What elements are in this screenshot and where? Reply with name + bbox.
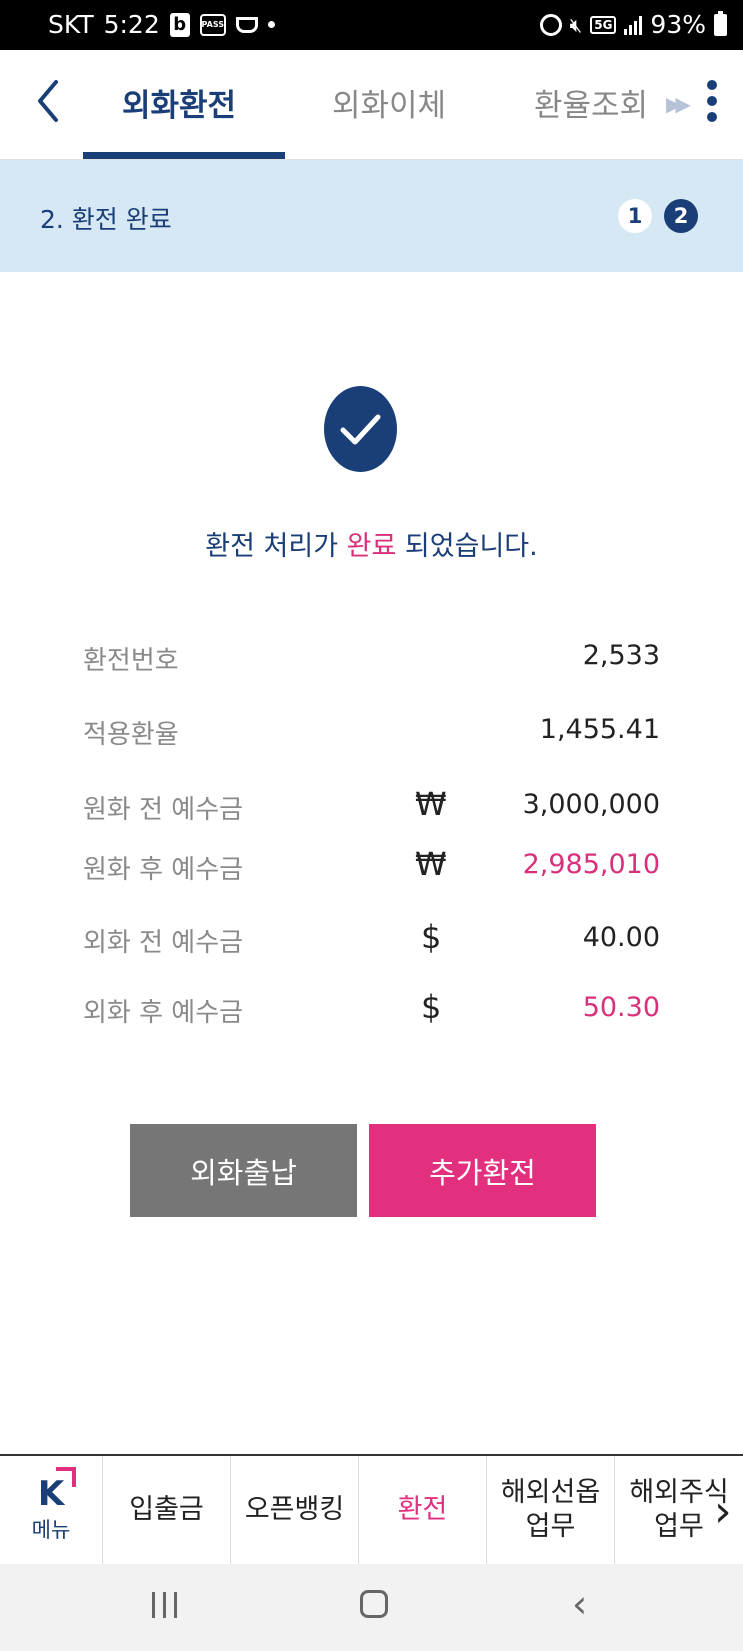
detail-value: 50.30 [582,992,660,1023]
recent-apps-button[interactable] [152,1592,177,1618]
cup-icon [235,16,258,33]
page: SKT 5:22 b PASS 🔇︎ 5G 93% 외화환전 외화이체 환율조회 [0,0,743,1651]
more-menu-icon[interactable] [707,80,719,130]
battery-percent: 93% [650,10,706,39]
carrier-label: SKT [48,10,94,39]
message-pre: 환전 처리가 [205,531,347,562]
detail-row-exchange-number: 환전번호 2,533 [83,640,660,680]
nav-item-open-banking[interactable]: 오픈뱅킹 [231,1456,359,1564]
band-app-icon: b [169,12,190,37]
detail-label: 외화 후 예수금 [83,998,244,1028]
dollar-sign-icon: $ [421,918,442,956]
pass-app-icon: PASS [199,13,226,36]
detail-row-krw-after: 원화 후 예수금 ₩ 2,985,010 [83,845,660,889]
nav-item-label-line2: 업무 [525,1511,576,1542]
nav-item-exchange[interactable]: 환전 [359,1456,487,1564]
status-left: SKT 5:22 b PASS [48,10,275,39]
detail-label: 원화 후 예수금 [83,855,244,885]
step-indicator-2: 2 [664,199,698,233]
header-tab-bar: 외화환전 외화이체 환율조회 ▶▶ [0,50,743,160]
status-bar: SKT 5:22 b PASS 🔇︎ 5G 93% [0,0,743,50]
detail-row-applied-rate: 적용환율 1,455.41 [83,714,660,754]
notification-dot-icon [267,21,275,28]
tab-fx-exchange[interactable]: 외화환전 [122,80,236,125]
detail-label: 환전번호 [83,646,179,676]
step-bar: 2. 환전 완료 1 2 [0,160,743,272]
additional-exchange-button[interactable]: 추가환전 [369,1124,596,1217]
detail-value: 2,533 [582,640,660,671]
nav-menu-button[interactable]: K 메뉴 [0,1456,103,1564]
detail-row-krw-before: 원화 전 예수금 ₩ 3,000,000 [83,785,660,829]
system-nav-bar: ‹ [0,1564,743,1651]
completion-message: 환전 처리가 완료 되었습니다. [0,524,743,563]
chevron-left-icon [38,80,58,122]
tab-fx-transfer[interactable]: 외화이체 [332,80,446,125]
detail-label: 외화 전 예수금 [83,928,244,958]
detail-value: 2,985,010 [522,849,660,880]
double-chevron-right-icon[interactable]: ▶▶ [666,92,691,116]
network-type-icon: 5G [590,15,617,34]
detail-label: 원화 전 예수금 [83,795,244,825]
chevron-right-icon[interactable]: › [714,1486,732,1537]
tab-rate-inquiry[interactable]: 환율조회 [534,80,648,125]
back-button[interactable] [30,76,70,126]
home-button[interactable] [360,1590,388,1618]
status-right: 🔇︎ 5G 93% [539,10,727,39]
nav-item-label-line1: 해외선옵 [500,1477,601,1509]
mute-icon: 🔇︎ [569,12,583,37]
active-tab-indicator [83,152,285,159]
step-indicator-1: 1 [618,199,652,233]
alarm-icon [539,13,562,36]
signal-icon [624,15,643,35]
detail-row-fx-after: 외화 후 예수금 $ 50.30 [83,988,660,1032]
message-highlight: 완료 [346,531,397,562]
nav-item-label-line2: 업무 [654,1511,704,1542]
won-sign-icon: ₩ [415,785,447,823]
nav-menu-label: 메뉴 [31,1517,71,1542]
nav-item-deposit-withdraw[interactable]: 입출금 [103,1456,231,1564]
fx-deposit-button[interactable]: 외화출납 [130,1124,357,1217]
clock-time: 5:22 [103,10,160,39]
system-back-button[interactable]: ‹ [572,1582,587,1626]
detail-value: 1,455.41 [539,714,660,745]
message-post: 되었습니다. [396,531,538,562]
detail-value: 40.00 [582,922,660,953]
step-title: 2. 환전 완료 [40,205,172,234]
detail-row-fx-before: 외화 전 예수금 $ 40.00 [83,918,660,962]
battery-icon [714,10,727,36]
detail-label: 적용환율 [83,720,179,750]
detail-value: 3,000,000 [522,789,660,820]
check-circle-icon [324,386,397,472]
won-sign-icon: ₩ [415,845,447,883]
nav-item-overseas-futures[interactable]: 해외선옵 업무 [487,1456,615,1564]
bottom-nav: K 메뉴 입출금 오픈뱅킹 환전 해외선옵 업무 해외주식 업무 › [0,1454,743,1564]
dollar-sign-icon: $ [421,988,442,1026]
k-logo-icon: K [37,1473,65,1514]
